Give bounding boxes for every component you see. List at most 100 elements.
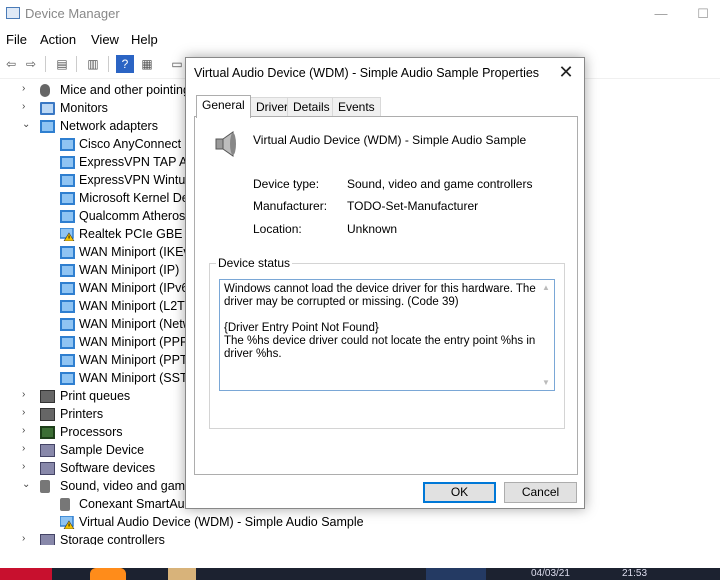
tree-item-label: Qualcomm Atheros <box>79 209 186 223</box>
toolbar-divider <box>108 56 109 72</box>
chevron-right-icon[interactable]: › <box>22 443 32 454</box>
tree-item-label: Software devices <box>60 461 156 475</box>
chevron-down-icon[interactable]: ⌄ <box>22 119 32 130</box>
properties-sheet-icon[interactable]: ▤ <box>53 55 71 73</box>
taskbar-app-blue[interactable] <box>426 568 486 580</box>
device-type-label: Device type: <box>253 177 320 191</box>
manufacturer-label: Manufacturer: <box>253 199 328 213</box>
ok-button[interactable]: OK <box>423 482 496 503</box>
mouse-icon <box>40 84 50 97</box>
chevron-down-icon[interactable]: ⌄ <box>22 479 32 490</box>
help-icon[interactable]: ? <box>116 55 134 73</box>
tree-item-label: ExpressVPN TAP Ada <box>79 155 202 169</box>
tree-item-label: WAN Miniport (SSTP <box>79 371 196 385</box>
warning-icon <box>59 227 75 242</box>
tree-item-label: Cisco AnyConnect S <box>79 137 193 151</box>
network-adapter-icon <box>60 264 75 277</box>
tree-item-label: Sample Device <box>60 443 145 457</box>
network-adapter-icon <box>60 354 75 367</box>
tree-item-label: Storage controllers <box>60 533 165 545</box>
toolbar-divider <box>76 56 77 72</box>
tree-item-label: Network adapters <box>60 119 158 133</box>
processor-icon <box>40 426 55 439</box>
status-scrollbar[interactable]: ▲ ▼ <box>539 280 554 390</box>
speaker-icon <box>40 480 50 493</box>
chevron-right-icon[interactable]: › <box>22 101 32 112</box>
chevron-right-icon[interactable]: › <box>22 83 32 94</box>
chevron-right-icon[interactable]: › <box>22 533 32 544</box>
menu-help[interactable]: Help <box>131 32 158 47</box>
device-icon <box>40 534 55 545</box>
tree-item-label: Sound, video and game <box>60 479 193 493</box>
forward-arrow-icon[interactable]: ⇨ <box>22 55 40 73</box>
menu-action[interactable]: Action <box>40 32 76 47</box>
tree-item-label: WAN Miniport (L2TP <box>79 299 194 313</box>
minimize-button[interactable]: — <box>646 4 676 24</box>
scroll-up-icon[interactable]: ▲ <box>542 283 550 292</box>
tree-item-label: Conexant SmartAud <box>79 497 192 511</box>
taskbar-app-folder[interactable] <box>168 568 196 580</box>
device-status-text: Windows cannot load the device driver fo… <box>224 283 536 360</box>
network-adapter-icon <box>60 318 75 331</box>
tab-details[interactable]: Details <box>287 97 336 117</box>
network-adapter-icon <box>60 174 75 187</box>
taskbar-app-red[interactable] <box>0 568 52 580</box>
chevron-right-icon[interactable]: › <box>22 461 32 472</box>
tree-item-label: WAN Miniport (IKEv <box>79 245 190 259</box>
tree-item-label: Microsoft Kernel Deb <box>79 191 196 205</box>
close-icon[interactable]: ✕ <box>552 60 580 84</box>
tab-general[interactable]: General <box>196 95 251 118</box>
printer-icon <box>40 390 55 403</box>
tree-item-label: WAN Miniport (IPv6 <box>79 281 189 295</box>
tab-events[interactable]: Events <box>332 97 381 117</box>
device-status-textbox[interactable]: Windows cannot load the device driver fo… <box>219 279 555 391</box>
tab-strip: General Driver Details Events <box>194 95 578 118</box>
chevron-right-icon[interactable]: › <box>22 407 32 418</box>
device-status-group: Device status Windows cannot load the de… <box>209 256 565 429</box>
tree-item-label: Monitors <box>60 101 108 115</box>
monitor-scan-icon[interactable]: ▭ <box>168 55 186 73</box>
network-adapter-icon <box>60 282 75 295</box>
tree-item-label: WAN Miniport (PPPO <box>79 335 199 349</box>
speaker-icon <box>215 131 236 157</box>
dialog-title: Virtual Audio Device (WDM) - Simple Audi… <box>194 66 540 80</box>
monitor-icon <box>40 102 55 115</box>
tree-item[interactable]: › Storage controllers <box>22 532 720 545</box>
tree-item-label: Printers <box>60 407 104 421</box>
chevron-right-icon[interactable]: › <box>22 389 32 400</box>
network-adapter-icon <box>60 138 75 151</box>
tree-item-label: Virtual Audio Device (WDM) - Simple Audi… <box>79 515 364 529</box>
device-name: Virtual Audio Device (WDM) - Simple Audi… <box>253 133 527 147</box>
menu-file[interactable]: File <box>6 32 27 47</box>
network-adapter-icon <box>60 300 75 313</box>
chevron-right-icon[interactable]: › <box>22 425 32 436</box>
network-adapter-icon <box>60 156 75 169</box>
device-manager-titlebar: Device Manager — ☐ <box>0 0 720 28</box>
network-adapter-icon <box>60 192 75 205</box>
tree-item-label: WAN Miniport (Netw <box>79 317 192 331</box>
scroll-down-icon[interactable]: ▼ <box>542 378 550 387</box>
taskbar-time: 21:53 <box>622 568 648 579</box>
cancel-button[interactable]: Cancel <box>504 482 577 503</box>
maximize-button[interactable]: ☐ <box>688 4 718 24</box>
general-tab-panel: Virtual Audio Device (WDM) - Simple Audi… <box>194 116 578 475</box>
window-title: Device Manager <box>25 6 120 21</box>
tree-item-label: Realtek PCIe GBE Fa <box>79 227 201 241</box>
device-list-icon[interactable]: ▥ <box>84 55 102 73</box>
back-arrow-icon[interactable]: ⇦ <box>2 55 20 73</box>
location-value: Unknown <box>347 222 398 236</box>
view-icon[interactable]: ▦ <box>138 55 156 73</box>
toolbar-divider <box>45 56 46 72</box>
network-adapter-icon <box>40 120 55 133</box>
taskbar-date: 04/03/21 <box>531 568 570 579</box>
tree-item-label: ExpressVPN Wintun <box>79 173 193 187</box>
taskbar-app-orange[interactable] <box>90 568 126 580</box>
printer-icon <box>40 408 55 421</box>
tree-item[interactable]: Virtual Audio Device (WDM) - Simple Audi… <box>40 514 720 532</box>
tree-item-label: WAN Miniport (IP) <box>79 263 180 277</box>
menu-view[interactable]: View <box>91 32 119 47</box>
location-label: Location: <box>253 222 302 236</box>
tree-item-label: Processors <box>60 425 123 439</box>
network-adapter-icon <box>60 246 75 259</box>
device-icon <box>40 462 55 475</box>
